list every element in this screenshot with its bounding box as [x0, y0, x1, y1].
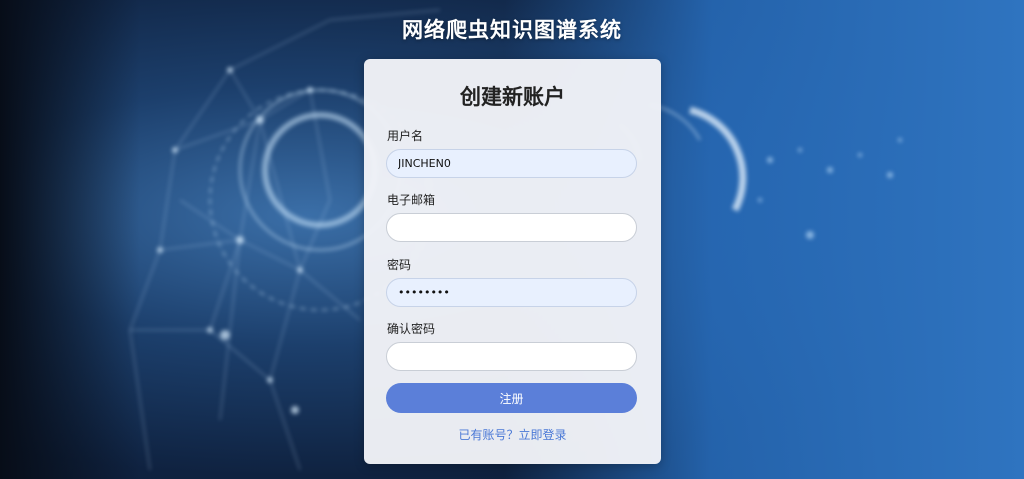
confirm-password-input[interactable]	[386, 342, 637, 371]
password-label: 密码	[387, 258, 412, 272]
register-card: 创建新账户 用户名 电子邮箱 密码 确认密码 注册 已有账号？立即登录	[364, 59, 661, 464]
username-input[interactable]	[386, 149, 637, 178]
username-label: 用户名	[387, 129, 424, 143]
app-title: 网络爬虫知识图谱系统	[402, 18, 622, 42]
email-label: 电子邮箱	[387, 193, 436, 207]
register-button[interactable]: 注册	[386, 383, 637, 413]
form-heading: 创建新账户	[460, 85, 565, 109]
confirm-password-label: 确认密码	[387, 322, 436, 336]
password-input[interactable]	[386, 278, 637, 307]
email-input[interactable]	[386, 213, 637, 242]
login-link[interactable]: 已有账号？立即登录	[364, 426, 661, 443]
